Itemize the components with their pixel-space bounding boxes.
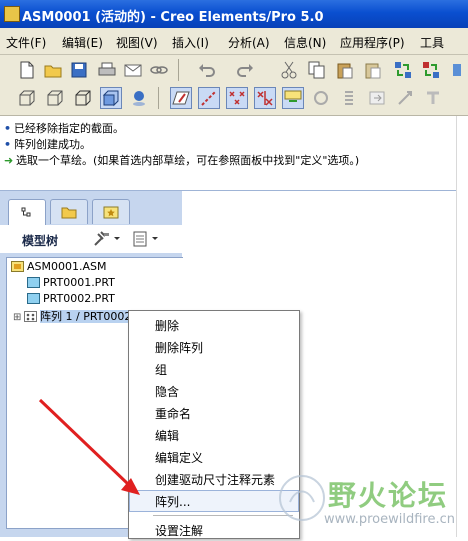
pattern-icon bbox=[24, 311, 37, 322]
open-folder-icon[interactable] bbox=[42, 59, 64, 81]
message-text: 已经移除指定的截面。 bbox=[14, 122, 124, 135]
menu-item-label: 隐含 bbox=[155, 385, 180, 399]
paste-icon[interactable] bbox=[334, 59, 356, 81]
navigator-tabs bbox=[6, 199, 176, 226]
tree-node-label: PRT0001.PRT bbox=[43, 276, 115, 289]
message-line: ➜ 选取一个草绘。(如果首选内部草绘，可在参照面板中找到"定义"选项。) bbox=[4, 152, 359, 168]
datum-planes-icon[interactable] bbox=[170, 87, 192, 109]
tree-node-label: PRT0002.PRT bbox=[43, 292, 115, 305]
menu-item-delete-pattern[interactable]: 删除阵列 bbox=[129, 336, 299, 358]
menu-applications[interactable]: 应用程序(P) bbox=[340, 34, 405, 51]
coordinate-systems-icon[interactable] bbox=[254, 87, 276, 109]
menu-edit[interactable]: 编辑(E) bbox=[62, 34, 103, 51]
paste-special-icon[interactable] bbox=[362, 59, 384, 81]
model-tree-icon bbox=[21, 207, 31, 217]
message-text: 阵列创建成功。 bbox=[14, 138, 91, 151]
menu-item-label: 编辑定义 bbox=[155, 451, 204, 465]
menu-item-delete[interactable]: 删除 bbox=[129, 314, 299, 336]
saved-views-icon[interactable] bbox=[128, 87, 150, 109]
model-tree-title: 模型树 bbox=[22, 234, 59, 248]
regenerate-icon[interactable] bbox=[392, 59, 414, 81]
menu-analysis[interactable]: 分析(A) bbox=[228, 34, 270, 51]
model-tree-header: 模型树 bbox=[0, 225, 182, 253]
tree-settings-icon[interactable] bbox=[92, 230, 122, 251]
tree-node-part[interactable]: PRT0002.PRT bbox=[27, 292, 115, 308]
menu-item-label: 删除阵列 bbox=[155, 341, 204, 355]
hidden-line-icon[interactable] bbox=[44, 87, 66, 109]
title-bar: ASM0001 (活动的) - Creo Elements/Pro 5.0 bbox=[0, 0, 468, 28]
menu-item-label: 创建驱动尺寸注释元素 bbox=[155, 473, 276, 487]
menu-bar: 文件(F) 编辑(E) 视图(V) 插入(I) 分析(A) 信息(N) 应用程序… bbox=[0, 28, 468, 55]
toolbar-separator bbox=[158, 87, 159, 109]
menu-item-label: 设置注解 bbox=[155, 524, 204, 538]
spin-center-icon[interactable] bbox=[310, 87, 332, 109]
spring-icon[interactable] bbox=[338, 87, 360, 109]
copy-icon[interactable] bbox=[306, 59, 328, 81]
menu-item-edit-definition[interactable]: 编辑定义 bbox=[129, 446, 299, 468]
insert-arrow-icon[interactable] bbox=[366, 87, 388, 109]
toolbar-separator bbox=[178, 59, 179, 81]
shading-icon[interactable] bbox=[100, 87, 122, 109]
menu-item-suppress[interactable]: 隐含 bbox=[129, 380, 299, 402]
menu-item-label: 重命名 bbox=[155, 407, 192, 421]
menu-tools[interactable]: 工具 bbox=[420, 34, 444, 51]
datum-axes-icon[interactable] bbox=[198, 87, 220, 109]
undo-icon[interactable] bbox=[196, 59, 218, 81]
menu-item-rename[interactable]: 重命名 bbox=[129, 402, 299, 424]
toolbar-overflow-icon[interactable] bbox=[446, 59, 468, 81]
app-icon bbox=[4, 6, 20, 22]
watermark: 野火论坛 www.proewildfire.cn bbox=[270, 468, 468, 537]
menu-item-label: 删除 bbox=[155, 319, 180, 333]
link-icon[interactable] bbox=[148, 59, 170, 81]
bullet-icon: • bbox=[4, 138, 12, 151]
watermark-name: 野火论坛 bbox=[328, 479, 449, 512]
print-icon[interactable] bbox=[96, 59, 118, 81]
placeholder-tool-icon[interactable] bbox=[422, 87, 444, 109]
window-title: ASM0001 (活动的) - Creo Elements/Pro 5.0 bbox=[22, 10, 324, 25]
prompt-arrow-icon: ➜ bbox=[4, 154, 14, 167]
watermark-url: www.proewildfire.cn bbox=[324, 512, 455, 527]
save-icon[interactable] bbox=[68, 59, 90, 81]
expand-icon[interactable]: ⊞ bbox=[13, 312, 24, 323]
menu-item-edit[interactable]: 编辑 bbox=[129, 424, 299, 446]
part-icon bbox=[27, 277, 40, 288]
message-area: • 已经移除指定的截面。 • 阵列创建成功。 ➜ 选取一个草绘。(如果首选内部草绘，可… bbox=[0, 116, 468, 191]
no-hidden-icon[interactable] bbox=[72, 87, 94, 109]
assembly-icon bbox=[11, 261, 24, 272]
dimension-icon[interactable] bbox=[394, 87, 416, 109]
folder-icon bbox=[61, 207, 77, 219]
menu-item-group[interactable]: 组 bbox=[129, 358, 299, 380]
tree-node-part[interactable]: PRT0001.PRT bbox=[27, 276, 115, 292]
part-icon bbox=[27, 293, 40, 304]
tree-filters-icon[interactable] bbox=[132, 230, 162, 251]
tree-node-assembly[interactable]: ASM0001.ASM bbox=[11, 260, 107, 276]
favorites-icon bbox=[103, 206, 119, 219]
bullet-icon: • bbox=[4, 122, 12, 135]
wireframe-icon[interactable] bbox=[16, 87, 38, 109]
annotations-icon[interactable] bbox=[282, 87, 304, 109]
message-line: • 阵列创建成功。 bbox=[4, 136, 91, 152]
datum-points-icon[interactable] bbox=[226, 87, 248, 109]
message-line: • 已经移除指定的截面。 bbox=[4, 120, 124, 136]
menu-insert[interactable]: 插入(I) bbox=[172, 34, 209, 51]
email-icon[interactable] bbox=[122, 59, 144, 81]
toolbar bbox=[0, 55, 468, 116]
redo-icon[interactable] bbox=[234, 59, 256, 81]
cut-icon[interactable] bbox=[278, 59, 300, 81]
tab-favorites[interactable] bbox=[92, 199, 130, 224]
tab-folder-browser[interactable] bbox=[50, 199, 88, 224]
menu-view[interactable]: 视图(V) bbox=[116, 34, 158, 51]
message-text: 选取一个草绘。(如果首选内部草绘，可在参照面板中找到"定义"选项。) bbox=[16, 154, 360, 167]
regen-manager-icon[interactable] bbox=[420, 59, 442, 81]
menu-file[interactable]: 文件(F) bbox=[6, 34, 46, 51]
menu-item-label: 阵列... bbox=[155, 495, 191, 509]
tree-node-label: ASM0001.ASM bbox=[27, 260, 107, 273]
menu-info[interactable]: 信息(N) bbox=[284, 34, 326, 51]
watermark-logo-icon bbox=[279, 475, 325, 521]
menu-item-label: 编辑 bbox=[155, 429, 180, 443]
new-file-icon[interactable] bbox=[16, 59, 38, 81]
tab-model-tree[interactable] bbox=[8, 199, 46, 226]
menu-item-label: 组 bbox=[155, 363, 168, 377]
